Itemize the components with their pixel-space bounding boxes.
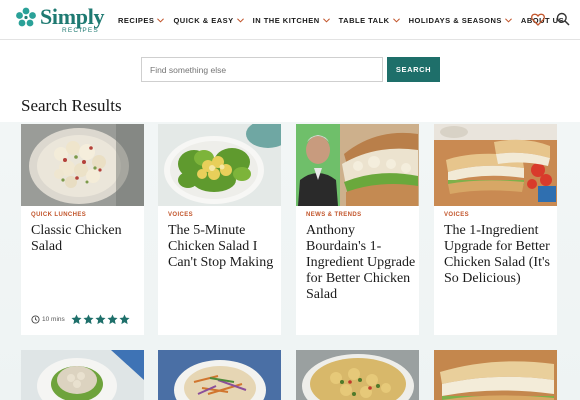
chicken-salad-sandwich-image (434, 124, 557, 206)
main-nav: RECIPES QUICK & EASY IN THE KITCHEN TABL… (118, 0, 576, 40)
clock-icon (31, 315, 40, 324)
nav-item-quick-easy[interactable]: QUICK & EASY (173, 15, 244, 25)
brand-name: Simply (40, 4, 105, 29)
recipe-card[interactable] (158, 350, 281, 400)
chicken-salad-plate-image (21, 350, 144, 400)
recipe-card[interactable]: VOICES The 1-Ingredient Upgrade for Bett… (434, 124, 557, 335)
chicken-salad-bowl-image (21, 124, 144, 206)
card-title: Classic Chicken Salad (31, 223, 122, 254)
recipe-card[interactable]: QUICK LUNCHES Classic Chicken Salad 10 m… (21, 124, 144, 335)
recipe-card[interactable] (21, 350, 144, 400)
chevron-down-icon (322, 17, 330, 23)
card-title: The 1-Ingredient Upgrade for Better Chic… (444, 223, 550, 286)
egg-salad-lettuce-image (158, 124, 281, 206)
nav-item-label: TABLE TALK (338, 15, 390, 25)
card-title: Anthony Bourdain's 1-Ingredient Upgrade … (306, 223, 416, 302)
search-icon[interactable] (556, 12, 570, 26)
page-title: Search Results (21, 96, 122, 115)
recipe-card[interactable]: VOICES The 5-Minute Chicken Salad I Can'… (158, 124, 281, 335)
search-button[interactable]: SEARCH (387, 57, 440, 82)
nav-item-recipes[interactable]: RECIPES (118, 15, 165, 25)
pasta-salad-image (296, 350, 419, 400)
star-icon (107, 314, 118, 325)
chevron-down-icon (504, 17, 512, 23)
chevron-down-icon (157, 17, 165, 23)
recipe-card[interactable] (434, 350, 557, 400)
nav-item-label: QUICK & EASY (173, 15, 234, 25)
nav-item-label: IN THE KITCHEN (252, 15, 320, 25)
flower-logo-icon (16, 7, 36, 27)
recipe-card[interactable] (296, 350, 419, 400)
bourdain-sandwich-image (296, 124, 419, 206)
card-category: QUICK LUNCHES (31, 212, 87, 218)
slaw-bowl-image (158, 350, 281, 400)
site-logo[interactable]: Simply RECIPES (14, 4, 105, 35)
nav-item-label: RECIPES (118, 15, 155, 25)
nav-item-holidays-seasons[interactable]: HOLIDAYS & SEASONS (409, 16, 512, 25)
nav-item-in-the-kitchen[interactable]: IN THE KITCHEN (253, 16, 330, 25)
chevron-down-icon (236, 17, 244, 23)
nav-item-label: HOLIDAYS & SEASONS (408, 15, 502, 25)
card-title: The 5-Minute Chicken Salad I Can't Stop … (168, 223, 274, 270)
card-category: NEWS & TRENDS (306, 212, 362, 218)
star-icon (95, 314, 106, 325)
search-input[interactable] (141, 57, 383, 82)
star-icon (83, 314, 94, 325)
star-icon (71, 314, 82, 325)
heart-icon[interactable] (531, 13, 545, 26)
card-category: VOICES (168, 212, 194, 218)
card-category: VOICES (444, 212, 470, 218)
nav-item-table-talk[interactable]: TABLE TALK (339, 16, 400, 25)
sandwich-image (434, 350, 557, 400)
site-header: Simply RECIPES RECIPES QUICK & EASY IN T… (0, 0, 580, 40)
brand-subtitle: RECIPES (62, 27, 99, 34)
cook-time: 10 mins (42, 316, 65, 323)
star-icon (119, 314, 130, 325)
chevron-down-icon (392, 17, 400, 23)
card-meta: 10 mins (31, 314, 131, 325)
recipe-card[interactable]: NEWS & TRENDS Anthony Bourdain's 1-Ingre… (296, 124, 419, 335)
